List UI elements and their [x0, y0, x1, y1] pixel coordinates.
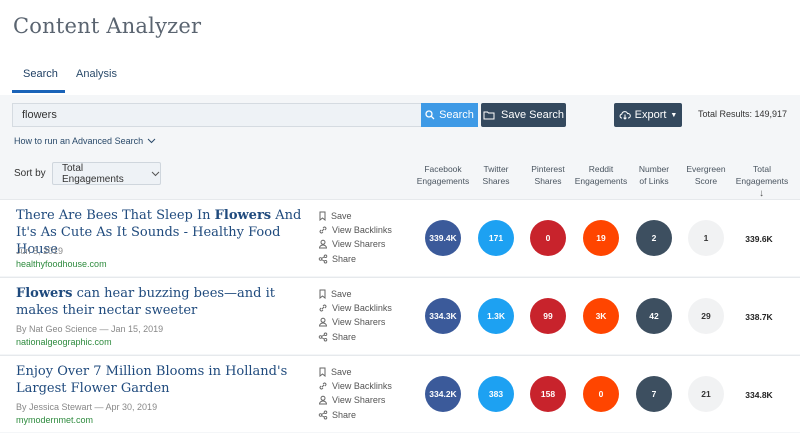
number-of-links: 2: [636, 220, 672, 256]
header: Content Analyzer Search Analysis: [0, 0, 800, 95]
result-meta: By Jessica Stewart — Apr 30, 2019: [16, 402, 158, 412]
reddit-engagements: 3K: [583, 298, 619, 334]
evergreen-score: 21: [688, 376, 724, 412]
pinterest-shares: 0: [530, 220, 566, 256]
pinterest-shares: 99: [530, 298, 566, 334]
result-domain[interactable]: mymodernmet.com: [16, 415, 93, 425]
result-meta: Jun 5, 2019: [16, 246, 64, 256]
save-search-label: Save Search: [501, 109, 564, 121]
search-button[interactable]: Search: [421, 103, 478, 127]
column-header-reddit[interactable]: Reddit Engagements: [571, 163, 631, 187]
bookmark-icon: [318, 289, 327, 299]
cloud-download-icon: [619, 110, 631, 120]
bookmark-icon: [318, 367, 327, 377]
view-backlinks-action[interactable]: View Backlinks: [318, 381, 392, 391]
advanced-search-label: How to run an Advanced Search: [14, 136, 144, 146]
advanced-search-link[interactable]: How to run an Advanced Search: [14, 136, 156, 146]
share-icon: [318, 410, 328, 420]
share-action[interactable]: Share: [318, 332, 356, 342]
view-sharers-action[interactable]: View Sharers: [318, 239, 385, 249]
view-backlinks-action[interactable]: View Backlinks: [318, 225, 392, 235]
save-action[interactable]: Save: [318, 367, 352, 377]
view-sharers-action[interactable]: View Sharers: [318, 395, 385, 405]
reddit-engagements: 19: [583, 220, 619, 256]
column-header-total[interactable]: Total Engagements: [732, 163, 792, 187]
result-meta: By Nat Geo Science — Jan 15, 2019: [16, 324, 164, 334]
link-icon: [318, 381, 328, 391]
sort-select[interactable]: Total Engagements: [52, 162, 161, 185]
twitter-shares: 383: [478, 376, 514, 412]
result-row: Flowers can hear buzzing bees—and it mak…: [0, 277, 800, 354]
share-icon: [318, 332, 328, 342]
share-action[interactable]: Share: [318, 254, 356, 264]
caret-down-icon: ▼: [670, 111, 678, 119]
total-engagements: 339.6K: [745, 234, 773, 244]
result-domain[interactable]: healthyfoodhouse.com: [16, 259, 107, 269]
total-engagements: 334.8K: [745, 390, 773, 400]
number-of-links: 7: [636, 376, 672, 412]
save-search-button[interactable]: Save Search: [481, 103, 566, 127]
number-of-links: 42: [636, 298, 672, 334]
folder-icon: [483, 110, 495, 120]
user-icon: [318, 239, 328, 249]
column-header-evergreen[interactable]: Evergreen Score: [676, 163, 736, 187]
bookmark-icon: [318, 211, 327, 221]
search-input[interactable]: [12, 103, 422, 127]
chevron-down-icon: [151, 171, 160, 177]
sort-direction-arrow: ↓: [759, 188, 764, 199]
twitter-shares: 1.3K: [478, 298, 514, 334]
page-title: Content Analyzer: [13, 14, 202, 38]
column-header-twitter[interactable]: Twitter Shares: [466, 163, 526, 187]
tab-analysis[interactable]: Analysis: [76, 68, 117, 80]
facebook-engagements: 334.2K: [425, 376, 461, 412]
twitter-shares: 171: [478, 220, 514, 256]
reddit-engagements: 0: [583, 376, 619, 412]
tab-bar: Search Analysis: [0, 62, 800, 95]
evergreen-score: 29: [688, 298, 724, 334]
evergreen-score: 1: [688, 220, 724, 256]
total-results: Total Results: 149,917: [698, 109, 788, 119]
user-icon: [318, 317, 328, 327]
column-header-facebook[interactable]: Facebook Engagements: [413, 163, 473, 187]
save-action[interactable]: Save: [318, 211, 352, 221]
facebook-engagements: 339.4K: [425, 220, 461, 256]
result-row: Enjoy Over 7 Million Blooms in Holland's…: [0, 355, 800, 432]
save-action[interactable]: Save: [318, 289, 352, 299]
view-sharers-action[interactable]: View Sharers: [318, 317, 385, 327]
share-action[interactable]: Share: [318, 410, 356, 420]
total-engagements: 338.7K: [745, 312, 773, 322]
result-row: There Are Bees That Sleep In Flowers And…: [0, 199, 800, 276]
result-title[interactable]: Enjoy Over 7 Million Blooms in Holland's…: [16, 363, 306, 397]
tab-search[interactable]: Search: [23, 68, 58, 80]
export-label: Export: [634, 109, 667, 121]
user-icon: [318, 395, 328, 405]
chevron-down-icon: [147, 138, 156, 144]
result-domain[interactable]: nationalgeographic.com: [16, 337, 112, 347]
search-button-label: Search: [439, 109, 474, 121]
export-button[interactable]: Export ▼: [614, 103, 682, 127]
facebook-engagements: 334.3K: [425, 298, 461, 334]
share-icon: [318, 254, 328, 264]
search-icon: [425, 110, 435, 120]
column-header-links[interactable]: Number of Links: [624, 163, 684, 187]
sort-label: Sort by: [14, 168, 46, 179]
column-header-pinterest[interactable]: Pinterest Shares: [518, 163, 578, 187]
sort-select-value: Total Engagements: [62, 162, 124, 185]
result-title[interactable]: Flowers can hear buzzing bees—and it mak…: [16, 285, 306, 319]
view-backlinks-action[interactable]: View Backlinks: [318, 303, 392, 313]
pinterest-shares: 158: [530, 376, 566, 412]
link-icon: [318, 303, 328, 313]
active-tab-indicator: [12, 90, 65, 93]
link-icon: [318, 225, 328, 235]
